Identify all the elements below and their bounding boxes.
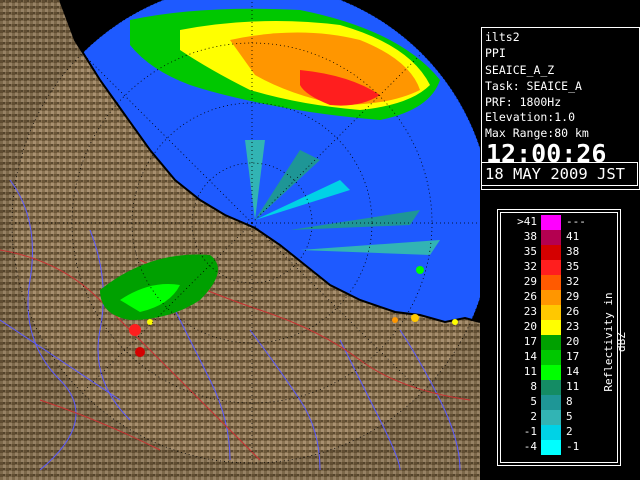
- legend-high-label: 35: [566, 260, 580, 273]
- legend-swatch: [541, 260, 561, 275]
- legend-low-label: 26: [523, 290, 537, 303]
- legend-low-label: 11: [523, 365, 537, 378]
- legend-high-label: 17: [566, 350, 580, 363]
- legend-swatch: [541, 320, 561, 335]
- legend-high-label: ---: [566, 215, 586, 228]
- legend-high-label: 23: [566, 320, 580, 333]
- legend-swatch: [541, 230, 561, 245]
- legend-low-label: 14: [523, 350, 537, 363]
- legend-low-label: 17: [523, 335, 537, 348]
- legend-high-label: 26: [566, 305, 580, 318]
- legend-swatch: [541, 290, 561, 305]
- legend-swatch: [541, 215, 561, 230]
- legend-low-label: 8: [530, 380, 537, 393]
- legend-high-label: -1: [566, 440, 580, 453]
- legend-high-label: 11: [566, 380, 580, 393]
- legend-swatch: [541, 410, 561, 425]
- legend-low-label: >41: [517, 215, 537, 228]
- task-name: Task: SEAICE_A: [485, 79, 582, 93]
- legend-high-label: 38: [566, 245, 580, 258]
- legend-swatch: [541, 305, 561, 320]
- legend-high-label: 41: [566, 230, 580, 243]
- legend-swatch: [541, 350, 561, 365]
- radar-name: ilts2: [485, 30, 520, 44]
- legend-high-label: 5: [566, 410, 573, 423]
- legend-swatch: [541, 335, 561, 350]
- legend-low-label: 35: [523, 245, 537, 258]
- legend-swatch: [541, 380, 561, 395]
- legend-high-label: 14: [566, 365, 580, 378]
- legend-high-label: 32: [566, 275, 580, 288]
- legend-high-label: 29: [566, 290, 580, 303]
- radar-ppi-map: [0, 0, 480, 480]
- legend-high-label: 8: [566, 395, 573, 408]
- product-name: SEAICE_A_Z: [485, 63, 555, 77]
- elevation-value: Elevation:1.0: [485, 110, 576, 124]
- legend-low-label: 2: [530, 410, 537, 423]
- legend-low-label: 29: [523, 275, 537, 288]
- legend-low-label: 20: [523, 320, 537, 333]
- legend-low-label: 5: [530, 395, 537, 408]
- legend-swatch: [541, 395, 561, 410]
- legend-swatch: [541, 440, 561, 455]
- legend-swatch: [541, 245, 561, 260]
- legend-low-label: 38: [523, 230, 537, 243]
- scan-date: 18 MAY 2009 JST: [481, 162, 638, 186]
- legend-swatch: [541, 425, 561, 440]
- legend-high-label: 2: [566, 425, 573, 438]
- legend-low-label: -4: [523, 440, 537, 453]
- scan-type: PPI: [485, 46, 506, 60]
- legend-low-label: -1: [523, 425, 537, 438]
- legend-low-label: 23: [523, 305, 537, 318]
- prf-value: PRF: 1800Hz: [485, 95, 562, 109]
- legend-swatch: [541, 275, 561, 290]
- legend-swatch: [541, 365, 561, 380]
- legend-title: Reflectivity in dBZ: [602, 292, 628, 392]
- legend-low-label: 32: [523, 260, 537, 273]
- legend-high-label: 20: [566, 335, 580, 348]
